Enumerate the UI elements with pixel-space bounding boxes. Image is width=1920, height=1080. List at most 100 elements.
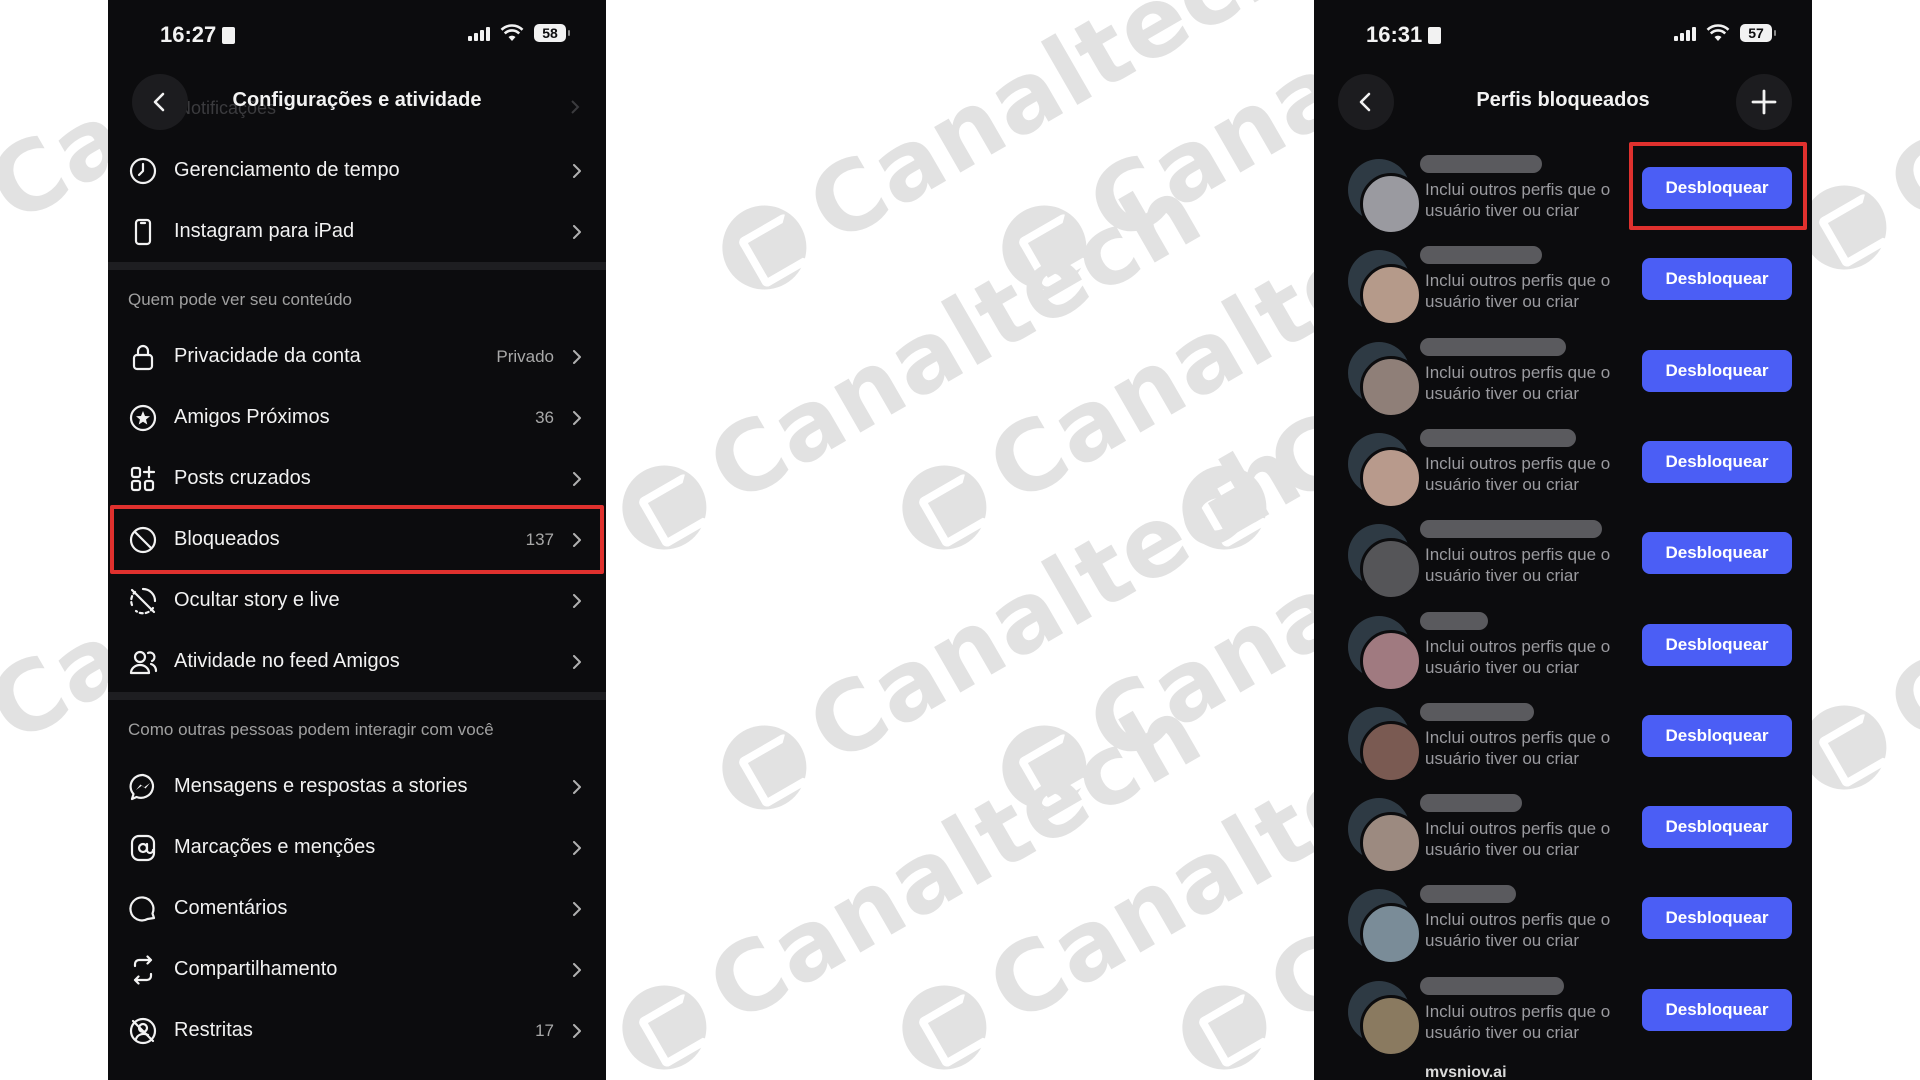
settings-row-value: 17 bbox=[535, 1020, 554, 1040]
settings-row-value: 137 bbox=[525, 529, 554, 549]
settings-row-instagram-para-ipad[interactable]: Instagram para iPad bbox=[108, 201, 606, 262]
blurred-username bbox=[1420, 794, 1522, 813]
lock-icon bbox=[132, 344, 154, 370]
chevron-right-icon bbox=[573, 593, 581, 608]
unblock-button[interactable]: Desbloquear bbox=[1642, 806, 1792, 849]
screenshot-stage: Canaltech Canaltech Canaltech Canaltech Cana… bbox=[0, 0, 1920, 1080]
signal-icon bbox=[468, 25, 490, 41]
settings-row-label: Marcações e menções bbox=[174, 836, 376, 858]
unblock-button[interactable]: Desbloquear bbox=[1642, 258, 1792, 301]
status-bar: 16:31 57 bbox=[1314, 22, 1812, 52]
blocked-profile-row: Inclui outros perfis que o usuário tiver… bbox=[1314, 691, 1812, 783]
settings-row-label: Comentários bbox=[174, 897, 288, 919]
restrict-icon bbox=[129, 1017, 157, 1044]
avatar[interactable] bbox=[1348, 250, 1422, 327]
settings-row-ocultar-story-e-live[interactable]: Ocultar story e live bbox=[108, 570, 606, 631]
blurred-username bbox=[1420, 428, 1576, 447]
blocked-profile-subtitle: Inclui outros perfis que o usuário tiver… bbox=[1425, 362, 1611, 403]
unblock-button[interactable]: Desbloquear bbox=[1642, 440, 1792, 483]
settings-row-posts-cruzados[interactable]: Posts cruzados bbox=[108, 448, 606, 509]
watermark-logo-icon bbox=[707, 710, 822, 825]
avatar[interactable] bbox=[1348, 432, 1422, 509]
blocked-profile-row: Inclui outros perfis que o usuário tiver… bbox=[1314, 965, 1812, 1057]
blocked-profile-subtitle: Inclui outros perfis que o usuário tiver… bbox=[1425, 727, 1611, 768]
status-time: 16:27 bbox=[160, 22, 217, 47]
settings-row-label: Bloqueados bbox=[174, 528, 280, 550]
blocked-profile-subtitle: Inclui outros perfis que o usuário tiver… bbox=[1425, 453, 1611, 494]
avatar[interactable] bbox=[1348, 615, 1422, 692]
blocked-profile-subtitle: Inclui outros perfis que o usuário tiver… bbox=[1425, 636, 1611, 677]
chevron-right-icon bbox=[573, 410, 581, 425]
avatar[interactable] bbox=[1348, 524, 1422, 601]
messenger-icon bbox=[129, 773, 155, 800]
chevron-right-icon bbox=[573, 779, 581, 794]
chevron-right-icon bbox=[573, 532, 581, 547]
grid-icon bbox=[130, 465, 156, 491]
unblock-button[interactable]: Desbloquear bbox=[1642, 897, 1792, 940]
blurred-username bbox=[1420, 885, 1516, 904]
id-badge-icon bbox=[222, 26, 236, 44]
clock-icon bbox=[129, 157, 157, 184]
settings-header: Configurações e atividade bbox=[108, 72, 606, 132]
avatar[interactable] bbox=[1348, 798, 1422, 875]
settings-row-compartilhamento[interactable]: Compartilhamento bbox=[108, 939, 606, 1000]
id-badge-icon bbox=[1428, 26, 1442, 44]
blocked-profile-row: Inclui outros perfis que o usuário tiver… bbox=[1314, 326, 1812, 418]
watermark-logo-icon bbox=[887, 450, 1002, 565]
settings-row-comentarios[interactable]: Comentários bbox=[108, 878, 606, 939]
settings-row-atividade-no-feed-amigos[interactable]: Atividade no feed Amigos bbox=[108, 631, 606, 692]
avatar[interactable] bbox=[1348, 889, 1422, 966]
avatar[interactable] bbox=[1348, 159, 1422, 235]
settings-row-marcacoes-e-mencoes[interactable]: Marcações e menções bbox=[108, 817, 606, 878]
blurred-username bbox=[1420, 520, 1602, 539]
settings-row-bloqueados[interactable]: Bloqueados 137 bbox=[108, 509, 606, 570]
settings-row-privacidade-da-conta[interactable]: Privacidade da conta Privado bbox=[108, 326, 606, 387]
blocked-profile-row: Inclui outros perfis que o usuário tiver… bbox=[1314, 234, 1812, 327]
settings-row-label: Atividade no feed Amigos bbox=[174, 650, 400, 672]
star-circle-icon bbox=[129, 404, 157, 431]
settings-row-label: Gerenciamento de tempo bbox=[174, 159, 400, 181]
add-block-button[interactable] bbox=[1736, 74, 1792, 130]
chevron-right-icon bbox=[573, 471, 581, 486]
page-title: Configurações e atividade bbox=[232, 89, 482, 111]
section-title: Quem pode ver seu conteúdo bbox=[128, 290, 352, 309]
blocked-header: Perfis bloqueados bbox=[1314, 72, 1812, 132]
blocked-profiles-phone-screen: 16:31 57 Perfis bloqueados Inclui outros… bbox=[1314, 0, 1812, 1080]
avatar[interactable] bbox=[1348, 341, 1422, 418]
blocked-profile-row: Inclui outros perfis que o usuário tiver… bbox=[1314, 417, 1812, 509]
settings-row-label: Restritas bbox=[174, 1019, 253, 1041]
blocked-profile-row: Inclui outros perfis que o usuário tiver… bbox=[1314, 873, 1812, 966]
unblock-button[interactable]: Desbloquear bbox=[1642, 988, 1792, 1031]
unblock-button[interactable]: Desbloquear bbox=[1642, 532, 1792, 575]
chevron-right-icon bbox=[573, 654, 581, 669]
blurred-username bbox=[1420, 155, 1542, 173]
watermark-logo-icon bbox=[887, 970, 1002, 1080]
watermark-logo-icon bbox=[607, 970, 722, 1080]
blocked-profile-subtitle: Inclui outros perfis que o usuário tiver… bbox=[1425, 180, 1611, 220]
section-title: Como outras pessoas podem interagir com … bbox=[128, 720, 494, 739]
blocked-profile-row: Inclui outros perfis que o usuário tiver… bbox=[1314, 600, 1812, 692]
chevron-right-icon bbox=[573, 840, 581, 855]
chevron-right-icon bbox=[573, 349, 581, 364]
unblock-button[interactable]: Desbloquear bbox=[1642, 349, 1792, 392]
avatar[interactable] bbox=[1348, 706, 1422, 783]
battery-indicator: 58 bbox=[534, 24, 570, 42]
settings-row-amigos-proximos[interactable]: Amigos Próximos 36 bbox=[108, 387, 606, 448]
blocked-profile-row: Inclui outros perfis que o usuário tiver… bbox=[1314, 508, 1812, 601]
settings-row-label: Ocultar story e live bbox=[174, 589, 340, 611]
settings-row-gerenciamento-de-tempo[interactable]: Gerenciamento de tempo bbox=[108, 140, 606, 201]
tablet-icon bbox=[134, 218, 152, 245]
avatar[interactable] bbox=[1348, 980, 1422, 1057]
battery-indicator: 57 bbox=[1740, 24, 1776, 42]
chevron-right-icon bbox=[573, 224, 581, 239]
wifi-icon bbox=[500, 24, 524, 41]
unblock-button[interactable]: Desbloquear bbox=[1642, 623, 1792, 666]
unblock-button[interactable]: Desbloquear bbox=[1642, 714, 1792, 757]
status-time: 16:31 bbox=[1366, 22, 1423, 47]
signal-icon bbox=[1674, 25, 1696, 41]
settings-row-value: 36 bbox=[535, 407, 554, 427]
settings-row-label: Instagram para iPad bbox=[174, 220, 355, 242]
settings-row-restritas[interactable]: Restritas 17 bbox=[108, 1000, 606, 1061]
status-bar: 16:27 58 bbox=[108, 22, 606, 52]
settings-row-mensagens-e-respostas-a-stories[interactable]: Mensagens e respostas a stories bbox=[108, 756, 606, 817]
